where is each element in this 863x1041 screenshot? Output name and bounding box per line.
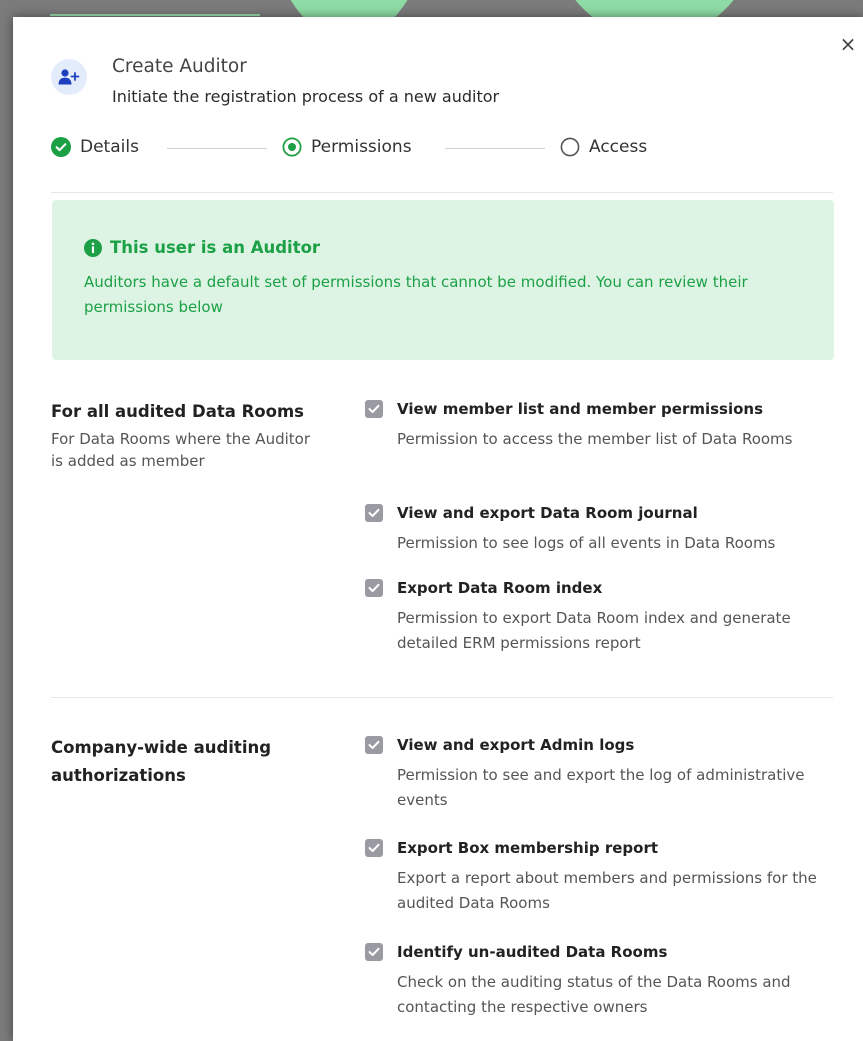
permission-title: Export Data Room index [397,579,603,597]
background-line [50,14,260,16]
checkbox-checked-icon[interactable] [365,839,383,857]
permission-description: Permission to export Data Room index and… [397,609,791,652]
radio-empty-icon [560,137,580,157]
dialog-header: Create Auditor Initiate the registration… [51,55,499,107]
permission-title: View member list and member permissions [397,400,764,418]
step-connector [167,148,267,149]
step-access[interactable]: Access [560,137,647,157]
divider [51,192,833,193]
create-auditor-dialog: × Create Auditor Initiate the registrati… [13,17,863,1041]
dialog-subtitle: Initiate the registration process of a n… [112,87,500,106]
checkbox-checked-icon[interactable] [365,400,383,418]
permission-title: View and export Admin logs [397,736,635,754]
permission-item: Export Box membership report Export a re… [365,839,825,916]
step-label: Access [589,137,648,157]
notice-body: Auditors have a default set of permissio… [84,273,748,316]
dialog-title: Create Auditor [112,56,247,77]
notice-title: This user is an Auditor [110,238,321,257]
radio-selected-icon [282,137,302,157]
permission-item: Export Data Room index Permission to exp… [365,579,825,656]
check-circle-icon [51,137,71,157]
section-subtitle: For Data Rooms where the Auditor is adde… [51,430,310,470]
step-permissions[interactable]: Permissions [282,137,412,157]
permission-title: Identify un-audited Data Rooms [397,943,668,961]
permission-description: Permission to see logs of all events in … [397,534,776,552]
checkbox-checked-icon[interactable] [365,736,383,754]
permission-description: Export a report about members and permis… [397,869,817,912]
auditor-notice: This user is an Auditor Auditors have a … [52,200,834,360]
permission-description: Permission to access the member list of … [397,430,793,448]
section-title: Company-wide auditing authorizations [51,738,272,785]
permission-item: View and export Data Room journal Permis… [365,504,825,556]
permission-title: Export Box membership report [397,839,659,857]
section-title: For all audited Data Rooms [51,402,304,421]
permission-description: Permission to see and export the log of … [397,766,805,809]
checkbox-checked-icon[interactable] [365,579,383,597]
permission-description: Check on the auditing status of the Data… [397,973,791,1016]
permission-title: View and export Data Room journal [397,504,698,522]
stepper: Details Permissions Access [51,137,663,161]
permission-item: View and export Admin logs Permission to… [365,736,825,813]
step-label: Permissions [311,137,412,157]
permission-item: Identify un-audited Data Rooms Check on … [365,943,825,1020]
permission-item: View member list and member permissions … [365,400,825,452]
step-label: Details [80,137,139,157]
checkbox-checked-icon[interactable] [365,504,383,522]
add-user-icon [51,59,87,95]
step-details[interactable]: Details [51,137,139,157]
info-icon [84,238,102,257]
divider [51,697,833,698]
close-icon[interactable]: × [839,34,857,54]
step-connector [445,148,545,149]
checkbox-checked-icon[interactable] [365,943,383,961]
